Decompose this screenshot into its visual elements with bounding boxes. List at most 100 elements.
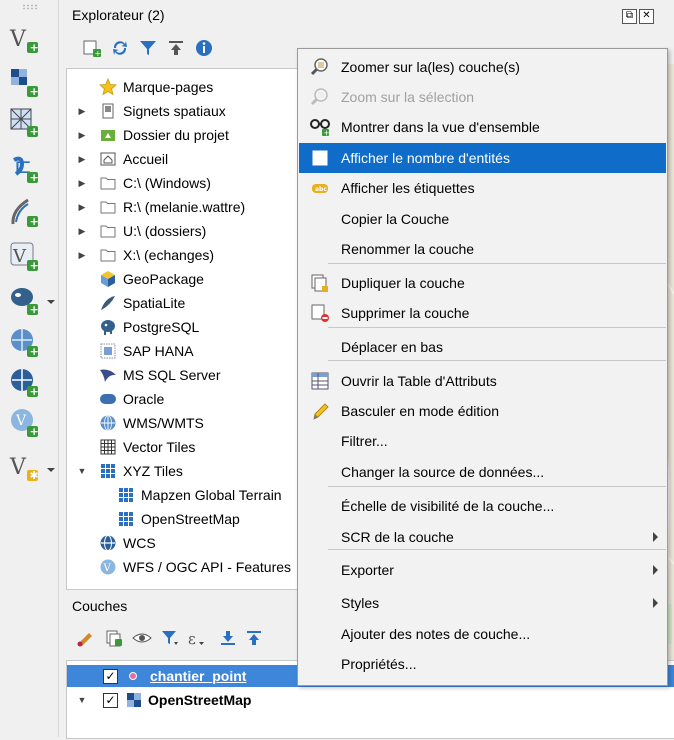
- explorer-item-label: Mapzen Global Terrain: [141, 487, 282, 503]
- menu-item[interactable]: Propriétés...: [299, 649, 666, 679]
- explorer-item[interactable]: ▶ Accueil: [75, 148, 169, 170]
- add-layer-icon[interactable]: +: [82, 38, 102, 58]
- menu-item[interactable]: Ajouter des notes de couche...: [299, 619, 666, 649]
- folder-icon: [99, 198, 117, 216]
- menu-item[interactable]: Filtrer...: [299, 426, 666, 456]
- menu-item[interactable]: Exporter: [299, 555, 666, 585]
- explorer-item-label: Oracle: [123, 391, 165, 407]
- menu-item[interactable]: Renommer la couche: [299, 234, 666, 264]
- chevron-down-icon[interactable]: ▼: [75, 466, 89, 476]
- menu-item[interactable]: Déplacer en bas: [299, 332, 666, 362]
- filter-legend-icon[interactable]: [160, 628, 180, 648]
- menu-item[interactable]: + Montrer dans la vue d'ensemble: [299, 112, 666, 142]
- menu-item[interactable]: Copier la Couche: [299, 204, 666, 234]
- toolbar-grip[interactable]: [22, 4, 38, 10]
- chevron-right-icon[interactable]: ▶: [75, 178, 89, 189]
- zoom-selection-icon: [309, 86, 331, 108]
- explorer-item[interactable]: OpenStreetMap: [117, 508, 240, 530]
- menu-separator: [328, 360, 666, 361]
- zoom-layer-icon: [309, 56, 331, 78]
- menu-item[interactable]: Styles: [299, 588, 666, 618]
- explorer-item[interactable]: WMS/WMTS: [75, 412, 204, 434]
- add-raster-layer-icon[interactable]: +: [8, 66, 44, 100]
- menu-item-label: Changer la source de données...: [341, 464, 545, 480]
- menu-item[interactable]: SCR de la couche: [299, 522, 666, 552]
- add-wms-icon[interactable]: +: [8, 326, 44, 360]
- explorer-item[interactable]: Marque-pages: [75, 76, 213, 98]
- layer-visibility-checkbox[interactable]: ✓: [103, 692, 118, 708]
- visibility-icon[interactable]: [132, 628, 152, 648]
- explorer-item[interactable]: SAP HANA: [75, 340, 194, 362]
- add-wfs-icon[interactable]: +: [8, 366, 44, 400]
- add-mesh-layer-icon[interactable]: +: [8, 106, 44, 140]
- explorer-item[interactable]: WCS: [75, 532, 156, 554]
- chevron-down-icon[interactable]: [46, 462, 56, 472]
- explorer-item[interactable]: SpatiaLite: [75, 292, 185, 314]
- explorer-item[interactable]: MS SQL Server: [75, 364, 221, 386]
- explorer-item[interactable]: GeoPackage: [75, 268, 204, 290]
- explorer-item[interactable]: PostgreSQL: [75, 316, 199, 338]
- collapse-all-icon[interactable]: [244, 628, 264, 648]
- menu-item[interactable]: Ouvrir la Table d'Attributs: [299, 366, 666, 396]
- explorer-item[interactable]: Mapzen Global Terrain: [117, 484, 282, 506]
- explorer-item[interactable]: ▶ X:\ (echanges): [75, 244, 215, 266]
- style-layer-icon[interactable]: [76, 628, 96, 648]
- info-icon[interactable]: [194, 38, 214, 58]
- explorer-item[interactable]: ▶ Signets spatiaux: [75, 100, 226, 122]
- chevron-down-icon[interactable]: [46, 294, 56, 304]
- svg-text:+: +: [30, 345, 39, 358]
- add-gps-icon[interactable]: +: [8, 196, 44, 230]
- menu-item[interactable]: Échelle de visibilité de la couche...: [299, 491, 666, 521]
- attribute-table-icon: [309, 370, 331, 392]
- explorer-item[interactable]: ▶ R:\ (melanie.wattre): [75, 196, 246, 218]
- add-delimited-text-icon[interactable]: ﾧ +: [8, 152, 44, 186]
- layer-visibility-checkbox[interactable]: ✓: [103, 668, 118, 684]
- collapse-all-icon[interactable]: [166, 38, 186, 58]
- menu-item[interactable]: Zoom sur la sélection: [299, 82, 666, 112]
- chevron-right-icon[interactable]: ▶: [75, 250, 89, 261]
- menu-item-label: Ouvrir la Table d'Attributs: [341, 373, 497, 389]
- menu-item[interactable]: Zoomer sur la(les) couche(s): [299, 52, 666, 82]
- refresh-icon[interactable]: [110, 38, 130, 58]
- float-panel-icon[interactable]: ⧉: [622, 9, 637, 24]
- explorer-item[interactable]: Oracle: [75, 388, 164, 410]
- layer-context-menu: Zoomer sur la(les) couche(s) Zoom sur la …: [297, 48, 668, 686]
- toggle-editing-icon: [309, 400, 331, 422]
- menu-item[interactable]: Afficher le nombre d'entités: [299, 143, 666, 173]
- expander-open-icon[interactable]: ▼: [75, 695, 89, 705]
- menu-item[interactable]: Supprimer la couche: [299, 298, 666, 328]
- menu-item-label: Zoomer sur la(les) couche(s): [341, 59, 520, 75]
- filter-icon[interactable]: [138, 38, 158, 58]
- expand-all-icon[interactable]: [218, 628, 238, 648]
- add-group-icon[interactable]: [104, 628, 124, 648]
- layer-row-openstreetmap[interactable]: ▼ ✓ OpenStreetMap: [67, 689, 674, 711]
- chevron-right-icon[interactable]: ▶: [75, 106, 89, 117]
- explorer-item[interactable]: ▼ XYZ Tiles: [75, 460, 183, 482]
- explorer-item[interactable]: ▶ U:\ (dossiers): [75, 220, 207, 242]
- add-vector-layer-icon[interactable]: V +: [8, 22, 44, 56]
- explorer-item-label: Vector Tiles: [123, 439, 196, 455]
- add-virtual-layer-icon[interactable]: V +: [8, 240, 44, 274]
- menu-item[interactable]: abc Afficher les étiquettes: [299, 173, 666, 203]
- chevron-right-icon[interactable]: ▶: [75, 130, 89, 141]
- layer-name: chantier_point: [150, 668, 247, 684]
- explorer-item[interactable]: ▶ Dossier du projet: [75, 124, 229, 146]
- add-wcs-icon[interactable]: V +: [8, 406, 44, 440]
- menu-item[interactable]: Dupliquer la couche: [299, 268, 666, 298]
- close-icon[interactable]: ✕: [639, 9, 654, 24]
- explorer-item[interactable]: ▶ C:\ (Windows): [75, 172, 211, 194]
- data-source-toolbar: V + + + ﾧ + + V + + + + V + V ✱: [0, 0, 59, 737]
- menu-item[interactable]: Changer la source de données...: [299, 457, 666, 487]
- chevron-right-icon[interactable]: ▶: [75, 154, 89, 165]
- expression-filter-icon[interactable]: ε: [186, 628, 206, 648]
- chevron-right-icon[interactable]: ▶: [75, 202, 89, 213]
- chevron-right-icon[interactable]: ▶: [75, 226, 89, 237]
- menu-item-label: Déplacer en bas: [341, 339, 443, 355]
- explorer-item[interactable]: V WFS / OGC API - Features: [75, 556, 291, 578]
- menu-item[interactable]: Basculer en mode édition: [299, 396, 666, 426]
- wcs-icon: [99, 534, 117, 552]
- new-shapefile-icon[interactable]: V ✱: [8, 450, 44, 484]
- explorer-item[interactable]: Vector Tiles: [75, 436, 195, 458]
- add-postgis-icon[interactable]: +: [8, 284, 44, 318]
- svg-text:V: V: [9, 27, 27, 52]
